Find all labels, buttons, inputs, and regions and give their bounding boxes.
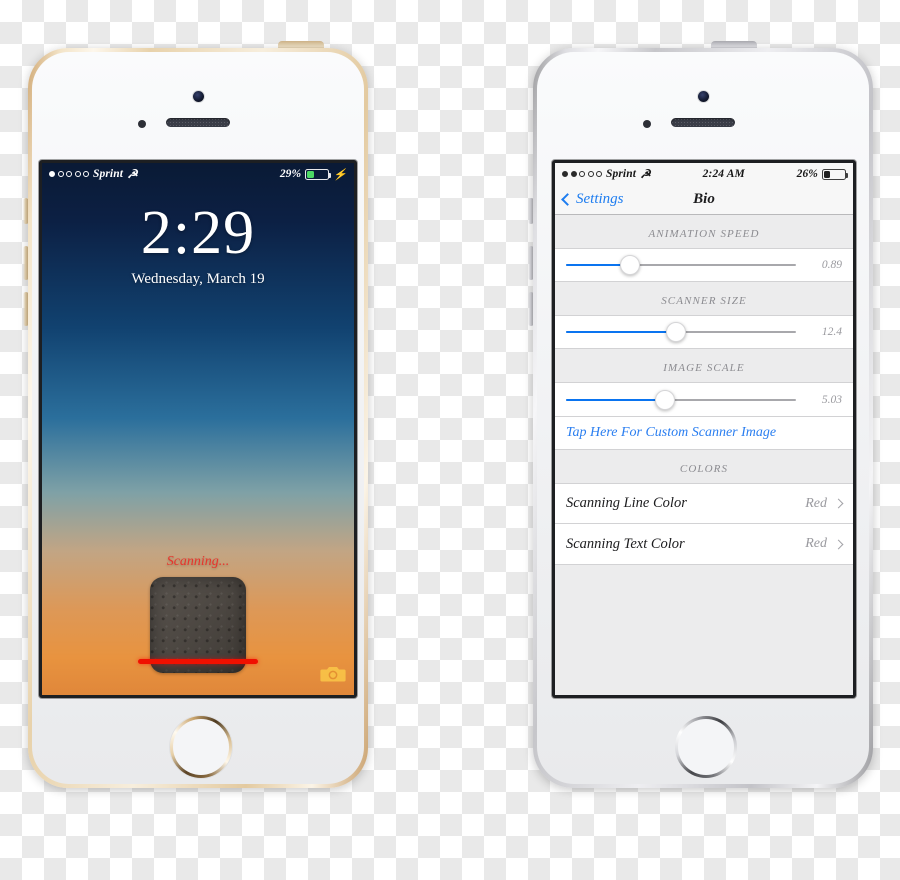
navigation-bar: Settings Bio: [555, 184, 853, 215]
right-phone: Sprint ☭ 2:24 AM 26% Settings Bio ANIMAT…: [528, 41, 873, 788]
settings-list[interactable]: ANIMATION SPEED 0.89 SCANNER SIZE 12.4 I…: [555, 215, 853, 695]
status-bar-left: Sprint ☭ 29% ⚡: [42, 163, 354, 184]
home-button-left-phone[interactable]: [170, 716, 232, 778]
slider-thumb[interactable]: [666, 322, 687, 342]
left-phone-screen[interactable]: Sprint ☭ 29% ⚡ 2:29 Wednesday, March 19 …: [42, 163, 354, 695]
signal-strength-icon: [49, 171, 89, 177]
status-bar-right: Sprint ☭ 2:24 AM 26%: [555, 163, 853, 184]
scanner-size-slider[interactable]: [566, 321, 796, 343]
animation-speed-value: 0.89: [821, 259, 842, 271]
section-header-scanner-size: SCANNER SIZE: [555, 282, 853, 315]
proximity-sensor-icon: [138, 120, 146, 128]
scanning-line: [138, 659, 258, 664]
chevron-right-icon: [833, 539, 844, 549]
battery-fill: [823, 170, 830, 178]
slider-row-animation-speed[interactable]: 0.89: [555, 248, 853, 282]
camera-icon[interactable]: [320, 664, 346, 689]
front-camera-icon: [192, 91, 204, 102]
status-bar-left-group: Sprint ☭: [49, 168, 138, 180]
right-phone-screen[interactable]: Sprint ☭ 2:24 AM 26% Settings Bio ANIMAT…: [555, 163, 853, 695]
earpiece-speaker-icon: [166, 118, 230, 127]
lightning-bolt-icon: ⚡: [333, 168, 347, 181]
lock-screen-clock: 2:29 Wednesday, March 19: [42, 202, 354, 288]
status-bar-left-group: Sprint ☭: [562, 168, 651, 180]
slider-track-fill: [566, 398, 665, 401]
battery-percent-label: 26%: [796, 168, 818, 180]
slider-thumb[interactable]: [654, 389, 675, 410]
row-scanning-text-color[interactable]: Scanning Text Color Red: [555, 524, 853, 565]
status-bar-clock: 2:24 AM: [702, 168, 745, 180]
slider-thumb[interactable]: [620, 255, 641, 275]
left-phone: Sprint ☭ 29% ⚡ 2:29 Wednesday, March 19 …: [23, 41, 368, 788]
carrier-label: Sprint: [93, 168, 124, 180]
slider-row-image-scale[interactable]: 5.03: [555, 382, 853, 416]
status-bar-right-group: 29% ⚡: [280, 168, 347, 181]
slider-row-scanner-size[interactable]: 12.4: [555, 315, 853, 349]
clock-date: Wednesday, March 19: [131, 271, 265, 287]
image-scale-value: 5.03: [821, 393, 842, 406]
clock-time: 2:29: [140, 199, 256, 267]
status-bar-right-group: 26%: [796, 168, 848, 180]
chevron-left-icon: [561, 192, 574, 206]
scanner-area: Scanning...: [42, 554, 354, 673]
back-button[interactable]: Settings: [561, 190, 624, 208]
proximity-sensor-icon: [643, 120, 651, 128]
fingerprint-scanner-pad[interactable]: [138, 577, 258, 673]
row-scanning-line-color[interactable]: Scanning Line Color Red: [555, 483, 853, 524]
home-button-right-phone[interactable]: [675, 716, 737, 778]
scanning-status-text: Scanning...: [166, 554, 230, 569]
chevron-right-icon: [833, 498, 844, 509]
battery-icon: [821, 168, 848, 180]
battery-fill: [307, 170, 314, 178]
row-value: Red: [805, 536, 827, 551]
custom-scanner-image-link[interactable]: Tap Here For Custom Scanner Image: [555, 416, 853, 450]
carrier-label: Sprint: [606, 168, 637, 180]
section-header-colors: COLORS: [555, 450, 853, 483]
section-header-image-scale: IMAGE SCALE: [555, 349, 853, 382]
animation-speed-slider[interactable]: [566, 254, 796, 276]
row-value: Red: [805, 495, 827, 511]
wifi-icon: ☭: [127, 167, 138, 181]
slider-track-fill: [566, 331, 677, 333]
signal-strength-icon: [562, 171, 602, 177]
list-footer-space: [555, 565, 853, 695]
back-button-label: Settings: [576, 190, 624, 207]
wifi-icon: ☭: [640, 167, 651, 181]
row-label: Scanning Line Color: [566, 495, 687, 511]
battery-percent-label: 29%: [279, 168, 302, 180]
earpiece-speaker-icon: [671, 118, 735, 127]
front-camera-icon: [697, 91, 709, 102]
scanner-size-value: 12.4: [821, 326, 842, 338]
battery-icon: [305, 168, 332, 180]
image-scale-slider[interactable]: [566, 389, 796, 411]
section-header-animation-speed: ANIMATION SPEED: [555, 215, 853, 248]
row-label: Scanning Text Color: [566, 535, 685, 552]
